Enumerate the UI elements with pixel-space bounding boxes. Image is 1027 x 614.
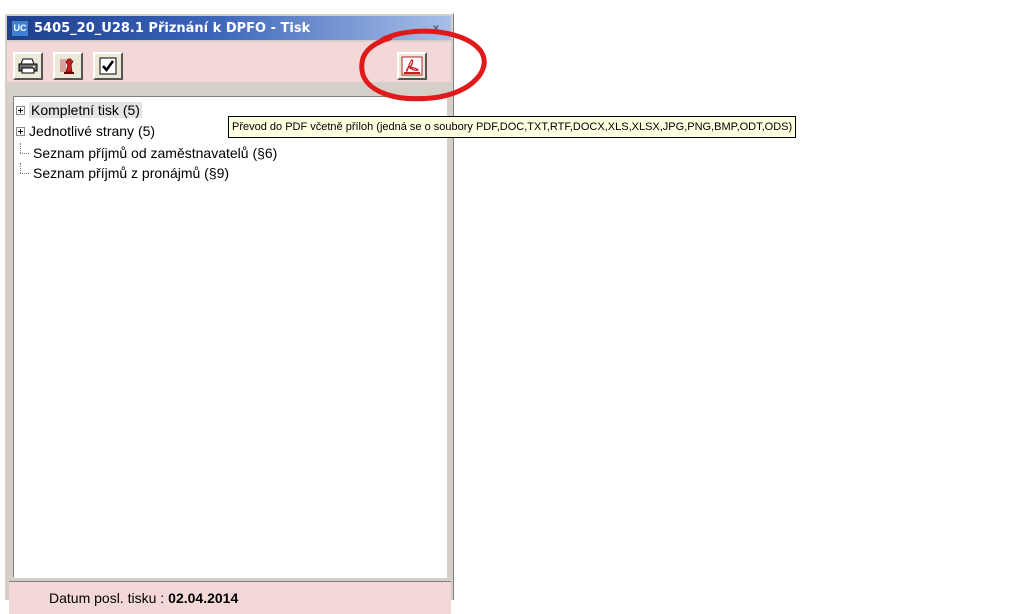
check-button[interactable] (93, 52, 123, 80)
status-bar: Datum posl. tisku : 02.04.2014 (9, 581, 451, 614)
pdf-export-icon (401, 56, 423, 76)
tree-item-jednotlive-strany[interactable]: Jednotlivé strany (5) (14, 121, 155, 141)
print-button[interactable] (13, 52, 43, 80)
print-dialog-window: UC 5405_20_U28.1 Přiznání k DPFO - Tisk … (4, 13, 454, 614)
toolbar (7, 42, 451, 82)
chess-button[interactable] (53, 52, 83, 80)
checkmark-icon (99, 57, 117, 75)
tree-connector (20, 163, 30, 183)
expand-icon[interactable] (16, 105, 25, 115)
tree-item-label: Jednotlivé strany (5) (29, 123, 156, 139)
tree-item-label: Seznam příjmů z pronájmů (§9) (33, 165, 230, 181)
chess-piece-icon (60, 58, 74, 74)
last-print-label: Datum posl. tisku : (49, 590, 165, 606)
pdf-export-button[interactable] (397, 52, 427, 80)
pdf-export-tooltip: Převod do PDF včetně příloh (jedná se o … (228, 116, 797, 138)
app-icon: UC (11, 19, 29, 37)
expand-icon[interactable] (16, 126, 25, 136)
tree-item-label: Kompletní tisk (5) (29, 102, 142, 118)
last-print-date: 02.04.2014 (168, 590, 239, 606)
window-title: 5405_20_U28.1 Přiznání k DPFO - Tisk (34, 20, 311, 36)
close-icon[interactable]: × (427, 19, 445, 36)
tree-item-seznam-zamestnavatelu[interactable]: Seznam příjmů od zaměstnavatelů (§6) (14, 143, 277, 163)
tree-connector (20, 143, 30, 163)
tree-item-label: Seznam příjmů od zaměstnavatelů (§6) (33, 145, 278, 161)
title-bar[interactable]: UC 5405_20_U28.1 Přiznání k DPFO - Tisk … (7, 16, 451, 40)
print-tree: Kompletní tisk (5) Jednotlivé strany (5)… (13, 96, 447, 578)
tree-item-seznam-pronajmu[interactable]: Seznam příjmů z pronájmů (§9) (14, 163, 229, 183)
printer-icon (18, 58, 38, 74)
tree-item-kompletni-tisk[interactable]: Kompletní tisk (5) (14, 100, 142, 120)
